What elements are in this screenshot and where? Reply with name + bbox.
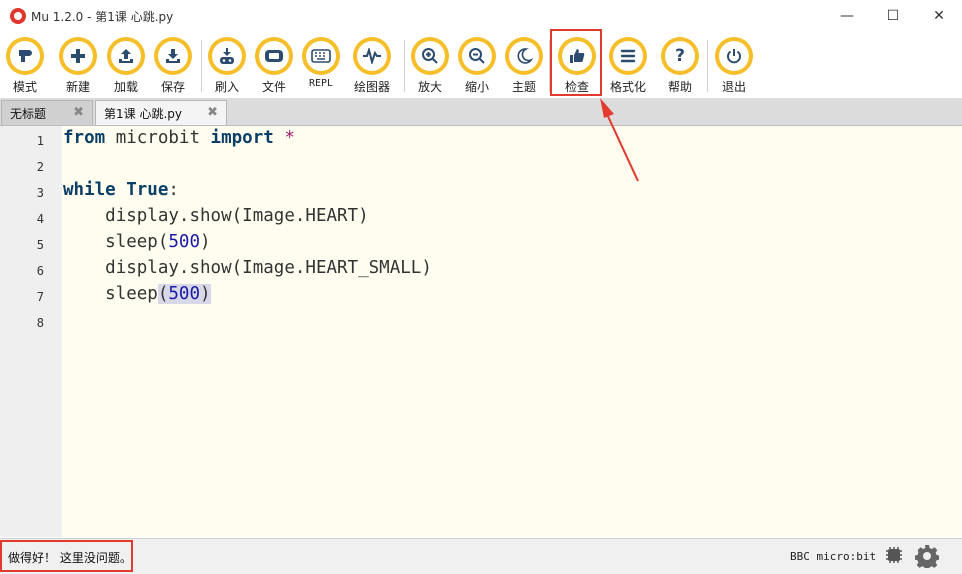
toolbar: 模式 新建 加载 保存 刷入 文件 REPL 绘图器 放大 缩小 主题 检查 格… <box>0 32 962 98</box>
mode-button[interactable]: 模式 <box>0 37 50 95</box>
line-number: 7 <box>36 290 44 304</box>
question-icon: ? <box>665 41 695 71</box>
upload-icon <box>111 41 141 71</box>
plotter-button[interactable]: 绘图器 <box>347 37 397 95</box>
save-button[interactable]: 保存 <box>148 37 198 95</box>
toolbar-divider <box>707 40 708 92</box>
line-number: 5 <box>36 238 44 252</box>
code-editor[interactable]: from microbit import * while True: displa… <box>62 126 962 537</box>
keyboard-icon <box>306 41 336 71</box>
zoom-out-button[interactable]: 缩小 <box>452 37 502 95</box>
tab-label: 无标题 <box>10 107 47 121</box>
line-number: 6 <box>36 264 44 278</box>
flash-icon <box>212 41 242 71</box>
chip-icon[interactable] <box>884 545 904 565</box>
code-line: sleep(500) <box>105 284 211 304</box>
zoom-in-icon <box>415 41 445 71</box>
new-button[interactable]: 新建 <box>53 37 103 95</box>
tidy-button[interactable]: 格式化 <box>603 37 653 95</box>
close-tab-icon[interactable]: ✖ <box>207 105 218 120</box>
status-message-highlight <box>0 540 133 572</box>
code-line: while True: <box>63 180 179 200</box>
plotter-label: 绘图器 <box>353 80 390 94</box>
device-label: BBC micro:bit <box>790 550 877 563</box>
download-icon <box>158 41 188 71</box>
moon-icon <box>509 41 539 71</box>
theme-label: 主题 <box>511 80 536 94</box>
save-label: 保存 <box>160 80 185 94</box>
zoom-in-label: 放大 <box>417 80 442 94</box>
power-icon <box>719 41 749 71</box>
quit-label: 退出 <box>721 80 746 94</box>
tidy-label: 格式化 <box>609 80 646 94</box>
flash-button[interactable]: 刷入 <box>202 37 252 95</box>
mode-label: 模式 <box>12 80 37 94</box>
status-bar: 做得好！ 这里没问题。 BBC micro:bit <box>0 538 962 574</box>
code-line: display.show(Image.HEART) <box>105 206 369 226</box>
line-number: 1 <box>36 134 44 148</box>
line-number: 8 <box>36 316 44 330</box>
flash-label: 刷入 <box>214 80 239 94</box>
help-label: 帮助 <box>667 80 692 94</box>
tab-label: 第1课 心跳.py <box>104 107 182 121</box>
code-line: sleep(500) <box>105 232 211 252</box>
close-window-button[interactable]: ✕ <box>916 0 962 32</box>
new-label: 新建 <box>65 80 90 94</box>
close-tab-icon[interactable]: ✖ <box>73 105 84 120</box>
zoom-out-icon <box>462 41 492 71</box>
list-icon <box>613 41 643 71</box>
repl-button[interactable]: REPL <box>296 37 346 89</box>
code-line: display.show(Image.HEART_SMALL) <box>105 258 432 278</box>
tab-heartbeat-py[interactable]: 第1课 心跳.py ✖ <box>95 100 227 125</box>
title-bar: Mu 1.2.0 - 第1课 心跳.py — ☐ ✕ <box>0 0 962 32</box>
mu-logo-icon <box>10 8 26 24</box>
line-number-gutter: 1 2 3 4 5 6 7 8 <box>0 126 62 537</box>
repl-label: REPL <box>308 78 334 89</box>
minimize-button[interactable]: — <box>824 0 870 32</box>
files-label: 文件 <box>261 80 286 94</box>
line-number: 4 <box>36 212 44 226</box>
gear-icon[interactable] <box>915 544 939 568</box>
files-icon <box>259 41 289 71</box>
files-button[interactable]: 文件 <box>249 37 299 95</box>
zoom-out-label: 缩小 <box>464 80 489 94</box>
mode-icon <box>10 41 40 71</box>
tab-bar: 无标题 ✖ 第1课 心跳.py ✖ <box>0 98 962 126</box>
code-line: from microbit import * <box>63 128 295 148</box>
window-title: Mu 1.2.0 - 第1课 心跳.py <box>31 10 174 24</box>
line-number: 3 <box>36 186 44 200</box>
theme-button[interactable]: 主题 <box>499 37 549 95</box>
plus-icon <box>63 41 93 71</box>
load-button[interactable]: 加载 <box>101 37 151 95</box>
tab-untitled[interactable]: 无标题 ✖ <box>1 100 93 125</box>
maximize-button[interactable]: ☐ <box>870 0 916 32</box>
check-button-highlight <box>550 29 602 96</box>
quit-button[interactable]: 退出 <box>709 37 759 95</box>
line-number: 2 <box>36 160 44 174</box>
pulse-icon <box>357 41 387 71</box>
load-label: 加载 <box>113 80 138 94</box>
help-button[interactable]: ? 帮助 <box>655 37 705 95</box>
zoom-in-button[interactable]: 放大 <box>405 37 455 95</box>
